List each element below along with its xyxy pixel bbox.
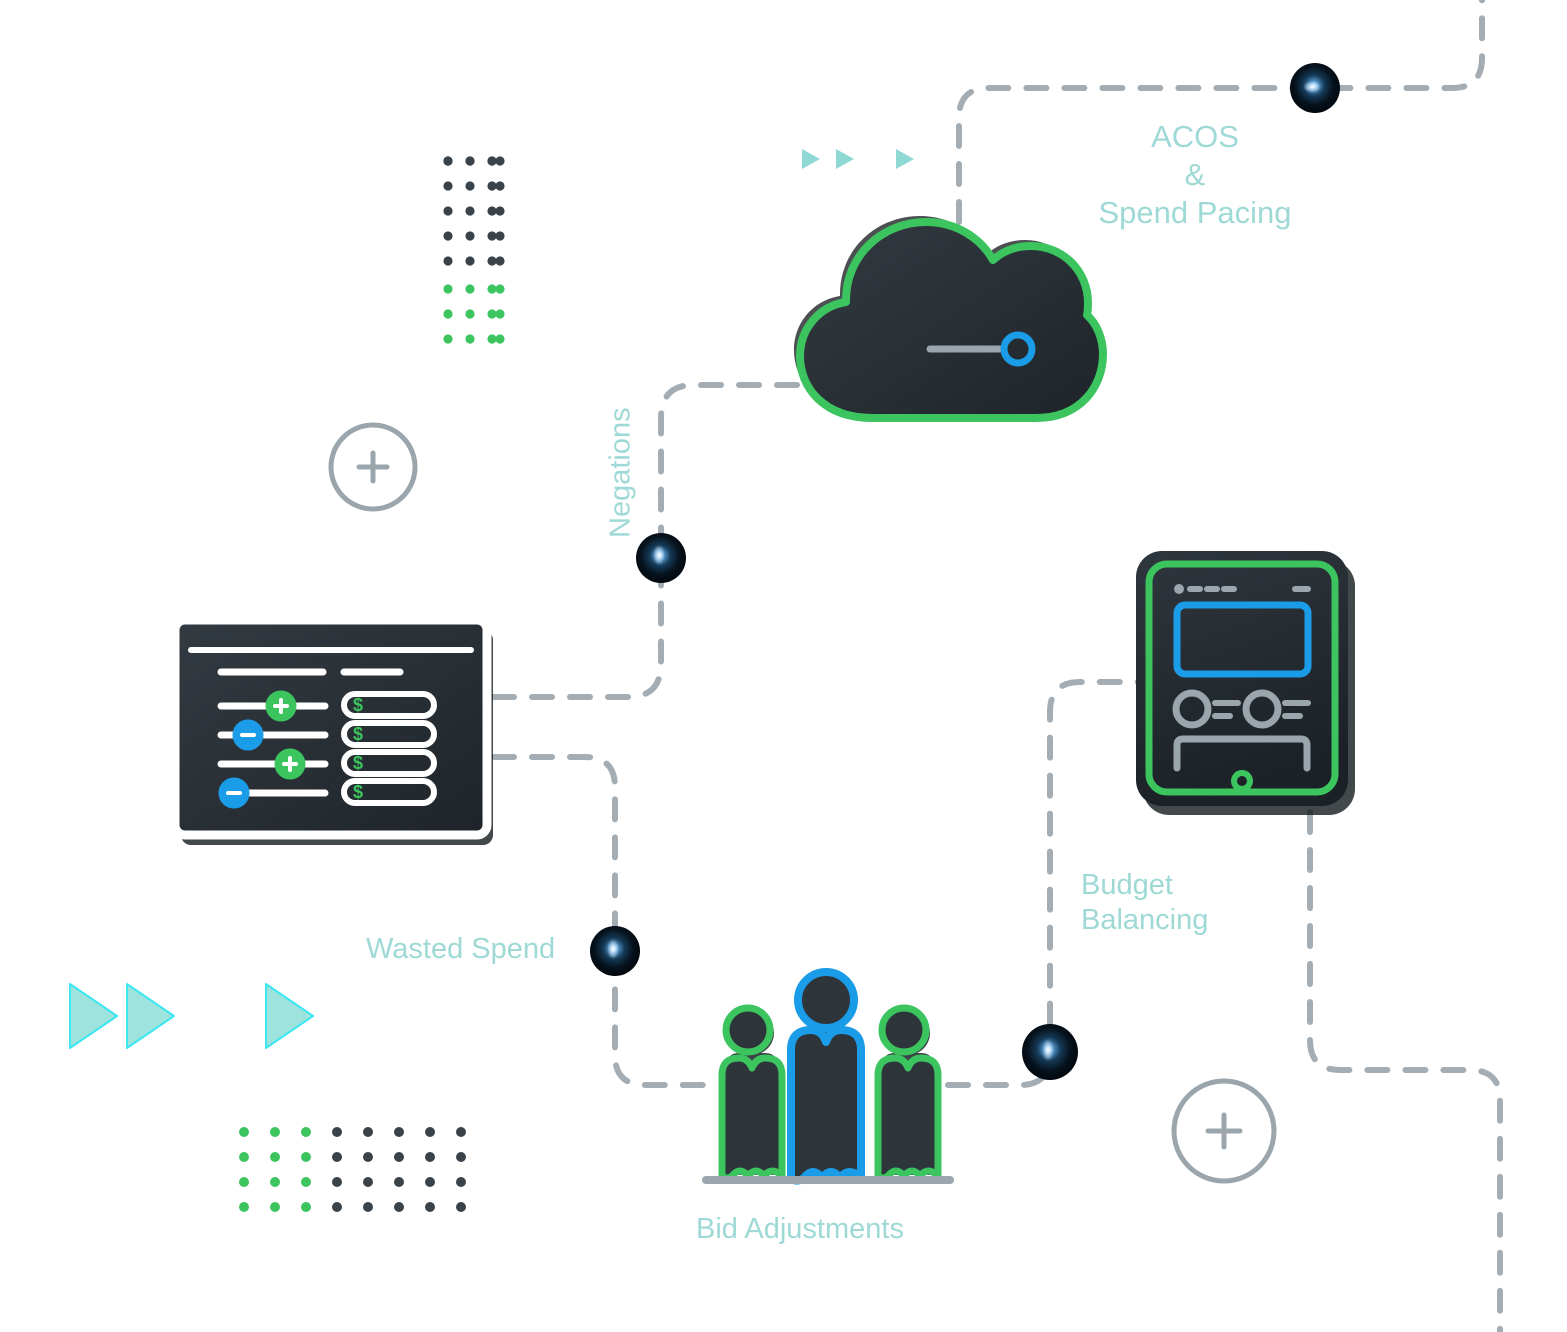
person-left bbox=[718, 1004, 786, 1182]
label-bid-adjustments: Bid Adjustments bbox=[696, 1213, 904, 1245]
bid-slider-dashboard-icon: $ $ $ $ bbox=[170, 615, 493, 845]
cloud-icon bbox=[794, 216, 1107, 422]
node-sphere-negations[interactable] bbox=[636, 533, 686, 583]
label-negations: Negations bbox=[604, 407, 637, 538]
plus-icon bbox=[356, 450, 390, 484]
play-triangle-row-top bbox=[802, 149, 914, 169]
svg-text:$: $ bbox=[353, 695, 363, 715]
tablet-device-icon bbox=[1136, 551, 1355, 815]
label-wasted-spend: Wasted Spend bbox=[366, 933, 556, 965]
diagram-canvas: $ $ $ $ ACOS & Spend Pacing Negations Wa… bbox=[0, 0, 1567, 1332]
node-sphere-budget[interactable] bbox=[1022, 1024, 1078, 1080]
svg-text:$: $ bbox=[353, 724, 363, 744]
plus-icon bbox=[1205, 1112, 1243, 1150]
plus-circle-lower-right bbox=[1171, 1078, 1277, 1184]
person-center bbox=[787, 968, 865, 1185]
label-budget-balancing: Budget Balancing bbox=[1081, 869, 1209, 937]
dot-grid-top bbox=[443, 156, 505, 344]
plus-circle-upper-left bbox=[328, 422, 418, 512]
decoration-layer: $ $ $ $ bbox=[69, 63, 1355, 1212]
label-acos-spend-pacing: ACOS & Spend Pacing bbox=[1098, 119, 1292, 230]
svg-text:$: $ bbox=[353, 782, 363, 802]
people-group-icon bbox=[702, 968, 954, 1185]
dot-grid-bottom bbox=[239, 1127, 466, 1212]
person-right bbox=[874, 1004, 942, 1182]
play-triangle-row-left bbox=[69, 983, 314, 1049]
node-sphere-wasted-spend[interactable] bbox=[590, 926, 640, 976]
node-sphere-acos[interactable] bbox=[1290, 63, 1340, 113]
svg-text:$: $ bbox=[353, 753, 363, 773]
